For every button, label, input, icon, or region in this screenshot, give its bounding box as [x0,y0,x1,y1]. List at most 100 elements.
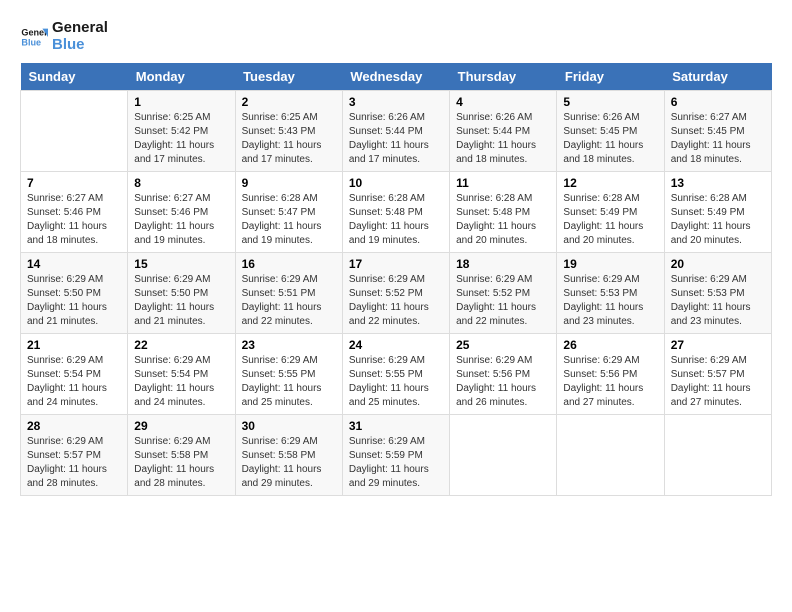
day-number: 16 [242,257,336,271]
day-info: Sunrise: 6:26 AM Sunset: 5:44 PM Dayligh… [456,111,550,167]
day-info: Sunrise: 6:29 AM Sunset: 5:52 PM Dayligh… [349,273,443,329]
day-number: 28 [27,419,121,433]
calendar-cell: 29 Sunrise: 6:29 AM Sunset: 5:58 PM Dayli… [128,415,235,496]
calendar-cell: 20 Sunrise: 6:29 AM Sunset: 5:53 PM Dayli… [664,253,771,334]
calendar-cell: 10 Sunrise: 6:28 AM Sunset: 5:48 PM Dayli… [342,172,449,253]
day-number: 15 [134,257,228,271]
logo: General Blue General Blue [20,20,108,53]
day-number: 10 [349,176,443,190]
day-number: 31 [349,419,443,433]
day-number: 14 [27,257,121,271]
calendar-cell [450,415,557,496]
col-header-saturday: Saturday [664,63,771,91]
calendar-cell: 18 Sunrise: 6:29 AM Sunset: 5:52 PM Dayli… [450,253,557,334]
day-number: 29 [134,419,228,433]
day-number: 20 [671,257,765,271]
day-info: Sunrise: 6:29 AM Sunset: 5:56 PM Dayligh… [456,354,550,410]
day-info: Sunrise: 6:26 AM Sunset: 5:44 PM Dayligh… [349,111,443,167]
calendar-cell [664,415,771,496]
col-header-sunday: Sunday [21,63,128,91]
calendar-cell: 15 Sunrise: 6:29 AM Sunset: 5:50 PM Dayli… [128,253,235,334]
day-number: 30 [242,419,336,433]
day-number: 11 [456,176,550,190]
day-info: Sunrise: 6:29 AM Sunset: 5:58 PM Dayligh… [134,435,228,491]
calendar-cell: 24 Sunrise: 6:29 AM Sunset: 5:55 PM Dayli… [342,334,449,415]
day-number: 2 [242,95,336,109]
day-info: Sunrise: 6:29 AM Sunset: 5:54 PM Dayligh… [134,354,228,410]
day-number: 22 [134,338,228,352]
calendar-cell: 31 Sunrise: 6:29 AM Sunset: 5:59 PM Dayli… [342,415,449,496]
day-number: 19 [563,257,657,271]
col-header-wednesday: Wednesday [342,63,449,91]
logo-blue: Blue [52,37,108,54]
calendar-cell: 3 Sunrise: 6:26 AM Sunset: 5:44 PM Daylig… [342,91,449,172]
day-info: Sunrise: 6:29 AM Sunset: 5:58 PM Dayligh… [242,435,336,491]
day-number: 18 [456,257,550,271]
day-number: 3 [349,95,443,109]
day-number: 13 [671,176,765,190]
day-number: 7 [27,176,121,190]
day-number: 25 [456,338,550,352]
day-info: Sunrise: 6:29 AM Sunset: 5:59 PM Dayligh… [349,435,443,491]
calendar-cell: 30 Sunrise: 6:29 AM Sunset: 5:58 PM Dayli… [235,415,342,496]
day-info: Sunrise: 6:29 AM Sunset: 5:57 PM Dayligh… [27,435,121,491]
calendar-cell: 16Sunrise: 6:29 AM Sunset: 5:51 PM Dayli… [235,253,342,334]
day-info: Sunrise: 6:29 AM Sunset: 5:54 PM Dayligh… [27,354,121,410]
col-header-friday: Friday [557,63,664,91]
day-info: Sunrise: 6:25 AM Sunset: 5:42 PM Dayligh… [134,111,228,167]
day-info: Sunrise: 6:29 AM Sunset: 5:53 PM Dayligh… [563,273,657,329]
day-info: Sunrise: 6:27 AM Sunset: 5:45 PM Dayligh… [671,111,765,167]
day-info: Sunrise: 6:29 AM Sunset: 5:56 PM Dayligh… [563,354,657,410]
calendar-cell: 13 Sunrise: 6:28 AM Sunset: 5:49 PM Dayli… [664,172,771,253]
day-info: Sunrise: 6:28 AM Sunset: 5:49 PM Dayligh… [563,192,657,248]
calendar-cell: 8Sunrise: 6:27 AM Sunset: 5:46 PM Daylig… [128,172,235,253]
logo-general: General [52,20,108,37]
day-number: 23 [242,338,336,352]
calendar-cell: 5 Sunrise: 6:26 AM Sunset: 5:45 PM Daylig… [557,91,664,172]
calendar-cell [557,415,664,496]
day-info: Sunrise: 6:28 AM Sunset: 5:48 PM Dayligh… [456,192,550,248]
day-number: 24 [349,338,443,352]
calendar-cell: 7Sunrise: 6:27 AM Sunset: 5:46 PM Daylig… [21,172,128,253]
day-info: Sunrise: 6:29 AM Sunset: 5:52 PM Dayligh… [456,273,550,329]
col-header-monday: Monday [128,63,235,91]
calendar-cell: 26Sunrise: 6:29 AM Sunset: 5:56 PM Dayli… [557,334,664,415]
calendar-cell: 25 Sunrise: 6:29 AM Sunset: 5:56 PM Dayli… [450,334,557,415]
calendar-cell [21,91,128,172]
calendar-cell: 1 Sunrise: 6:25 AM Sunset: 5:42 PM Daylig… [128,91,235,172]
page-header: General Blue General Blue [20,20,772,53]
calendar-cell: 14 Sunrise: 6:29 AM Sunset: 5:50 PM Dayli… [21,253,128,334]
day-number: 9 [242,176,336,190]
calendar-cell: 4 Sunrise: 6:26 AM Sunset: 5:44 PM Daylig… [450,91,557,172]
day-number: 12 [563,176,657,190]
calendar-cell: 9Sunrise: 6:28 AM Sunset: 5:47 PM Daylig… [235,172,342,253]
calendar-cell: 23 Sunrise: 6:29 AM Sunset: 5:55 PM Dayli… [235,334,342,415]
day-number: 17 [349,257,443,271]
calendar-cell: 17 Sunrise: 6:29 AM Sunset: 5:52 PM Dayli… [342,253,449,334]
day-info: Sunrise: 6:29 AM Sunset: 5:50 PM Dayligh… [134,273,228,329]
calendar-cell: 2 Sunrise: 6:25 AM Sunset: 5:43 PM Daylig… [235,91,342,172]
day-number: 1 [134,95,228,109]
day-info: Sunrise: 6:29 AM Sunset: 5:53 PM Dayligh… [671,273,765,329]
day-info: Sunrise: 6:28 AM Sunset: 5:48 PM Dayligh… [349,192,443,248]
day-info: Sunrise: 6:29 AM Sunset: 5:55 PM Dayligh… [242,354,336,410]
day-number: 27 [671,338,765,352]
day-info: Sunrise: 6:27 AM Sunset: 5:46 PM Dayligh… [134,192,228,248]
day-info: Sunrise: 6:28 AM Sunset: 5:49 PM Dayligh… [671,192,765,248]
svg-text:Blue: Blue [21,37,41,47]
calendar-cell: 12 Sunrise: 6:28 AM Sunset: 5:49 PM Dayli… [557,172,664,253]
day-number: 21 [27,338,121,352]
day-info: Sunrise: 6:29 AM Sunset: 5:50 PM Dayligh… [27,273,121,329]
day-info: Sunrise: 6:29 AM Sunset: 5:57 PM Dayligh… [671,354,765,410]
calendar-table: SundayMondayTuesdayWednesdayThursdayFrid… [20,63,772,496]
day-info: Sunrise: 6:29 AM Sunset: 5:55 PM Dayligh… [349,354,443,410]
day-info: Sunrise: 6:25 AM Sunset: 5:43 PM Dayligh… [242,111,336,167]
calendar-cell: 19 Sunrise: 6:29 AM Sunset: 5:53 PM Dayli… [557,253,664,334]
col-header-thursday: Thursday [450,63,557,91]
day-number: 6 [671,95,765,109]
day-info: Sunrise: 6:26 AM Sunset: 5:45 PM Dayligh… [563,111,657,167]
day-number: 5 [563,95,657,109]
col-header-tuesday: Tuesday [235,63,342,91]
day-number: 4 [456,95,550,109]
calendar-cell: 28 Sunrise: 6:29 AM Sunset: 5:57 PM Dayli… [21,415,128,496]
